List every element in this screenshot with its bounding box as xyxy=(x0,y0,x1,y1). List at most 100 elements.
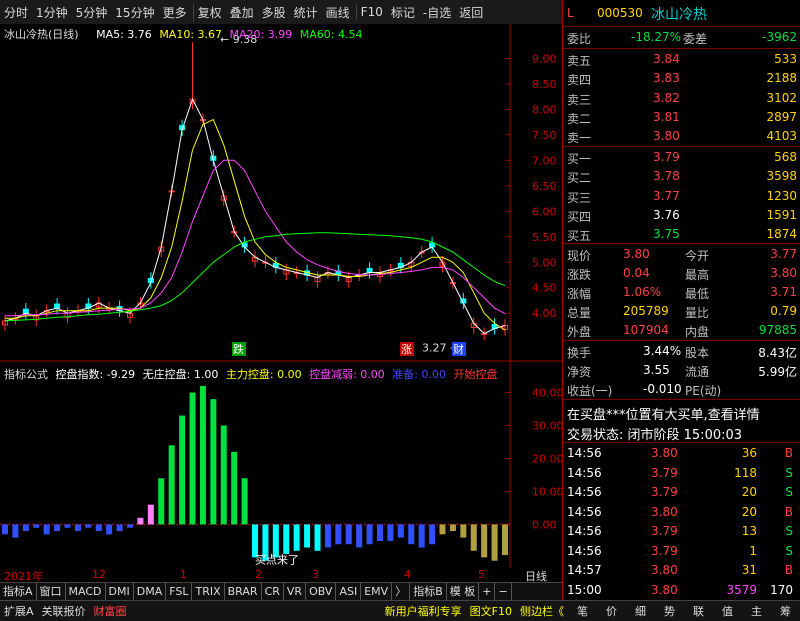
indicator-tab-4[interactable]: DMA xyxy=(134,583,167,601)
bottom-mid-2[interactable]: 侧边栏《 xyxy=(516,603,568,619)
indicator-bar xyxy=(481,524,488,558)
indicator-tab-5[interactable]: FSL xyxy=(166,583,193,601)
ask-label: 卖五 xyxy=(567,54,592,68)
bottom-right-5[interactable]: 值 xyxy=(713,603,742,619)
indicator-tab-10[interactable]: OBV xyxy=(306,583,337,601)
stat-row: 涨幅 1.06% 最低 3.71 xyxy=(563,283,800,302)
toolbar-3[interactable]: 15分钟 xyxy=(111,4,158,21)
indicator-tab-15[interactable]: 模 板 xyxy=(447,583,480,601)
bid-price: 3.77 xyxy=(653,188,680,203)
toolbar-8[interactable]: 统计 xyxy=(290,4,322,21)
ask-row: 卖一 3.80 4103 xyxy=(563,127,800,146)
indicator-tab-7[interactable]: BRAR xyxy=(225,583,262,601)
indicator-tab-12[interactable]: EMV xyxy=(361,583,393,601)
stat-label: 涨跌 xyxy=(567,268,592,282)
tick-volume: 36 xyxy=(741,446,757,460)
status-row: 交易状态: 闭市阶段 15:00:03 xyxy=(563,422,800,443)
tick-row: 14:56 3.79 1 S xyxy=(563,542,800,561)
x-label: 3 xyxy=(312,568,319,581)
tick-price: 3.79 xyxy=(651,485,678,499)
bid-row: 买五 3.75 1874 xyxy=(563,225,800,244)
tick-volume: 1 xyxy=(749,543,757,558)
toolbar-7[interactable]: 多股 xyxy=(258,4,290,21)
indicator-bar xyxy=(283,524,290,555)
toolbar-12[interactable]: -自选 xyxy=(419,4,455,21)
toolbar-1[interactable]: 1分钟 xyxy=(32,4,72,21)
tick-row: 14:56 3.79 118 S xyxy=(563,464,800,483)
stat-label: 涨幅 xyxy=(567,287,592,301)
indicator-tab-2[interactable]: MACD xyxy=(66,583,106,601)
event-tag[interactable]: 财 xyxy=(453,342,464,356)
indicator-bar xyxy=(199,385,206,525)
bottom-right-0[interactable]: 笔 xyxy=(568,603,597,619)
bottom-right-7[interactable]: 筹 xyxy=(771,603,800,619)
tick-volume: 118 xyxy=(734,465,757,480)
indicator-tab-6[interactable]: TRIX xyxy=(192,583,225,601)
y-tick-label: 4.00 xyxy=(532,307,557,320)
indicator-name[interactable]: 指标公式 xyxy=(4,368,48,381)
bid-price: 3.79 xyxy=(653,150,680,164)
indicator-bar xyxy=(116,524,123,532)
tick-time: 14:57 xyxy=(567,563,602,577)
bottom-right-2[interactable]: 细 xyxy=(626,603,655,619)
indicator-tab-14[interactable]: 指标B xyxy=(410,583,447,601)
bottom-left-1[interactable]: 关联报价 xyxy=(38,603,90,619)
toolbar-5[interactable]: 复权 xyxy=(192,3,226,21)
indicator-bar xyxy=(491,524,498,561)
y-tick-label: 8.00 xyxy=(532,103,557,116)
chart-title: 冰山冷热(日线) xyxy=(4,28,79,41)
indicator-tab-0[interactable]: 指标A xyxy=(0,583,37,601)
tick-row: 14:56 3.80 36 B xyxy=(563,444,800,463)
ma5-label: MA5: 3.76 xyxy=(96,28,152,41)
toolbar-4[interactable]: 更多 xyxy=(159,4,191,21)
indicator-tab-9[interactable]: VR xyxy=(284,583,307,601)
indicator-tab-13[interactable]: 〉 xyxy=(392,583,411,601)
toolbar-10[interactable]: F10 xyxy=(355,5,387,19)
ask-label: 卖四 xyxy=(567,73,592,88)
bottom-mid-0[interactable]: 新用户福利专享 xyxy=(381,603,466,619)
toolbar-2[interactable]: 5分钟 xyxy=(72,4,112,21)
bid-price: 3.76 xyxy=(653,207,680,222)
indicator-tab-8[interactable]: CR xyxy=(262,583,284,601)
toolbar-6[interactable]: 叠加 xyxy=(226,4,258,21)
indicator-bar xyxy=(356,524,363,548)
indicator-tab-17[interactable]: − xyxy=(495,583,512,601)
indicator-bar xyxy=(408,524,415,545)
stat-label: 内盘 xyxy=(685,325,710,339)
toolbar-9[interactable]: 画线 xyxy=(322,4,354,21)
indicator-tab-16[interactable]: + xyxy=(479,583,496,601)
indicator-tab-3[interactable]: DMI xyxy=(106,583,134,601)
stat2-row: 换手 3.44% 股本 8.43亿 xyxy=(563,342,800,361)
event-tag[interactable]: 跌 xyxy=(233,342,244,356)
x-label: 1 xyxy=(180,568,187,581)
bottom-right-4[interactable]: 联 xyxy=(684,603,713,619)
bottom-mid-1[interactable]: 图文F10 xyxy=(466,603,516,619)
stat-value: 1.06% xyxy=(623,285,662,299)
y-tick-label: 5.00 xyxy=(532,256,557,269)
stat-value: 3.80 xyxy=(770,266,797,280)
bottom-left-0[interactable]: 扩展A xyxy=(0,603,38,619)
indicator-tab-11[interactable]: ASI xyxy=(336,583,362,601)
toolbar-11[interactable]: 标记 xyxy=(387,4,419,21)
tick-direction: S xyxy=(785,524,793,538)
toolbar-0[interactable]: 分时 xyxy=(0,4,32,21)
bid-price: 3.75 xyxy=(653,227,680,242)
toolbar-13[interactable]: 返回 xyxy=(455,4,487,21)
bottom-right-3[interactable]: 势 xyxy=(655,603,684,619)
bottom-right-1[interactable]: 价 xyxy=(597,603,626,619)
indicator-tab-1[interactable]: 窗口 xyxy=(37,583,66,601)
event-tag[interactable]: 涨 xyxy=(401,343,412,356)
indicator-bar xyxy=(43,524,50,535)
divider xyxy=(563,243,800,244)
indicator-bar xyxy=(304,524,311,548)
tick-row: 14:56 3.79 20 S xyxy=(563,483,800,502)
bid-row: 买二 3.78 3598 xyxy=(563,167,800,186)
tick-volume: 31 xyxy=(741,563,757,577)
bottom-bar: 扩展A 关联报价 财富圈 新用户福利专享 图文F10 侧边栏《笔价细势联值主筹 xyxy=(0,600,800,621)
bottom-left-2[interactable]: 财富圈 xyxy=(90,603,131,619)
stat-value: 5.99亿 xyxy=(758,365,797,379)
bottom-right-6[interactable]: 主 xyxy=(742,603,771,619)
ma10-label: MA10: 3.67 xyxy=(159,28,223,41)
chart-area[interactable]: 9.00 8.50 8.00 7.50 7.00 6.50 6.00 5.50 5.00 4.50… xyxy=(0,24,562,568)
indicator-bar xyxy=(241,478,248,525)
